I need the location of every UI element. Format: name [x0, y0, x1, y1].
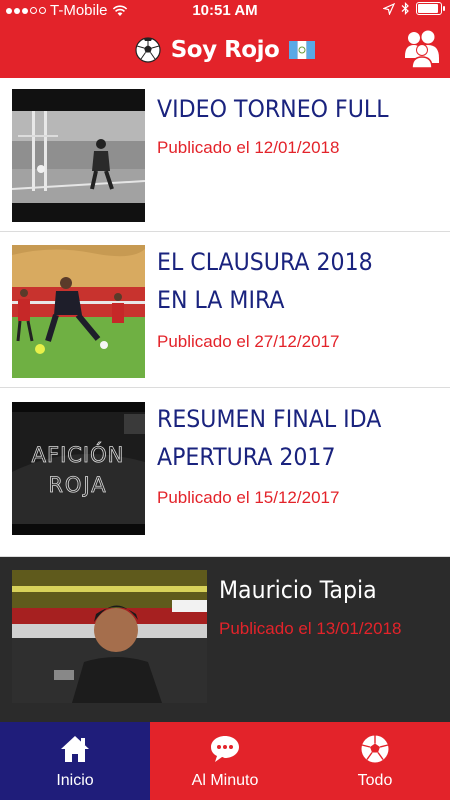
- post-date: Publicado el 13/01/2018: [219, 619, 402, 638]
- location-arrow-icon: [383, 2, 395, 15]
- bluetooth-icon: [401, 2, 409, 15]
- tab-label: Todo: [357, 772, 393, 789]
- post-thumbnail: AFICIÓN ROJA: [12, 402, 145, 535]
- post-date: Publicado el 15/12/2017: [157, 488, 340, 507]
- battery-icon: [416, 2, 445, 15]
- tab-label: Al Minuto: [191, 772, 259, 789]
- post-title: EL CLAUSURA 2018 EN LA MIRA: [157, 248, 373, 314]
- group-users-icon[interactable]: [404, 30, 440, 68]
- nav-title-bar: Soy Rojo: [0, 30, 450, 70]
- tab-inicio[interactable]: Inicio: [0, 722, 150, 800]
- thumbnail-text-line-2: ROJA: [48, 473, 107, 497]
- guatemala-flag-icon: [289, 41, 316, 59]
- app-title: Soy Rojo: [170, 37, 280, 63]
- post-thumbnail: [12, 89, 145, 222]
- post-item[interactable]: EL CLAUSURA 2018 EN LA MIRA Publicado el…: [0, 232, 450, 388]
- home-icon: [61, 736, 89, 762]
- post-title: Mauricio Tapia: [219, 576, 377, 604]
- top-bar: T-Mobile 10:51 AM Soy Rojo: [0, 0, 450, 78]
- chat-bubble-icon: [211, 736, 239, 762]
- tab-label: Inicio: [56, 772, 94, 789]
- post-title: RESUMEN FINAL IDA APERTURA 2017: [157, 405, 382, 471]
- post-date: Publicado el 12/01/2018: [157, 138, 340, 157]
- post-item[interactable]: AFICIÓN ROJA RESUMEN FINAL IDA APERTURA …: [0, 388, 450, 557]
- post-thumbnail: [12, 245, 145, 378]
- thumbnail-text-line-1: AFICIÓN: [32, 442, 125, 467]
- tab-todo[interactable]: Todo: [300, 722, 450, 800]
- status-bar: T-Mobile 10:51 AM: [0, 0, 450, 22]
- post-date: Publicado el 27/12/2017: [157, 332, 340, 351]
- tab-al-minuto[interactable]: Al Minuto: [150, 722, 300, 800]
- bottom-tab-bar: Inicio Al Minuto Todo: [0, 722, 450, 800]
- post-item[interactable]: Mauricio Tapia Publicado el 13/01/2018: [0, 557, 450, 722]
- post-item[interactable]: VIDEO TORNEO FULL Publicado el 12/01/201…: [0, 78, 450, 232]
- post-thumbnail: [12, 570, 207, 703]
- post-title: VIDEO TORNEO FULL: [157, 95, 389, 123]
- soccer-ball-icon: [361, 735, 389, 763]
- soccer-ball-icon: [135, 37, 161, 63]
- post-list: VIDEO TORNEO FULL Publicado el 12/01/201…: [0, 78, 450, 722]
